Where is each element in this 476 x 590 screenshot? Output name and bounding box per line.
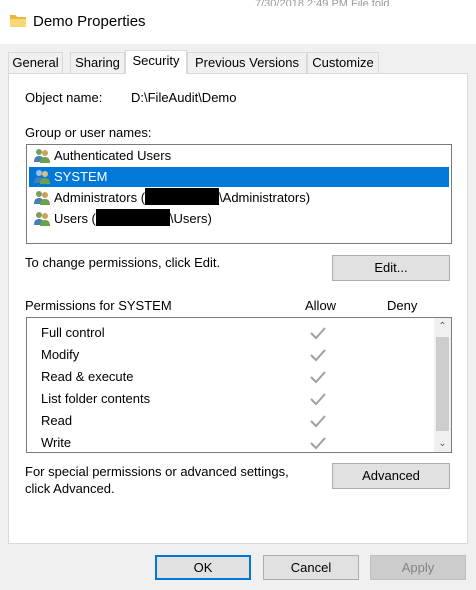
ok-button[interactable]: OK bbox=[155, 555, 251, 580]
change-permissions-text: To change permissions, click Edit. bbox=[25, 255, 221, 270]
redacted-block bbox=[95, 209, 170, 226]
object-name-value: D:\FileAudit\Demo bbox=[131, 90, 237, 105]
checkmark-icon bbox=[310, 415, 326, 428]
permission-name: Modify bbox=[41, 347, 80, 362]
permission-name: Read & execute bbox=[41, 369, 134, 384]
scroll-down-icon[interactable]: ⌄ bbox=[434, 435, 451, 452]
tab-general[interactable]: General bbox=[8, 52, 63, 73]
permissions-scrollbar[interactable]: ⌃ ⌄ bbox=[434, 318, 451, 452]
scroll-up-icon[interactable]: ⌃ bbox=[434, 318, 451, 335]
users-group-icon bbox=[34, 191, 50, 205]
user-list[interactable]: Authenticated Users SYSTEM Administrator… bbox=[26, 144, 452, 244]
tab-previous-versions[interactable]: Previous Versions bbox=[187, 52, 307, 73]
user-prefix: Administrators ( bbox=[54, 190, 146, 205]
special-permissions-text: For special permissions or advanced sett… bbox=[25, 463, 289, 497]
advanced-button[interactable]: Advanced bbox=[332, 463, 450, 489]
user-row-users[interactable]: Users ( \Users) bbox=[29, 209, 449, 229]
checkmark-icon bbox=[310, 371, 326, 384]
group-or-user-names-label: Group or user names: bbox=[25, 125, 152, 140]
tab-sharing[interactable]: Sharing bbox=[70, 52, 125, 73]
user-row-authenticated-users[interactable]: Authenticated Users bbox=[29, 146, 449, 166]
window-title: Demo Properties bbox=[33, 13, 146, 30]
user-name: SYSTEM bbox=[54, 169, 108, 184]
permission-name: Write bbox=[41, 435, 72, 450]
checkmark-icon bbox=[310, 393, 326, 406]
user-suffix: \Administrators) bbox=[219, 190, 311, 205]
special-text-line2: click Advanced. bbox=[25, 481, 115, 496]
user-name: Administrators ( \Administrators) bbox=[54, 188, 310, 208]
user-prefix: Users ( bbox=[54, 211, 96, 226]
folder-icon bbox=[10, 15, 26, 27]
redacted-block bbox=[145, 188, 220, 205]
permission-name: Read bbox=[41, 413, 73, 428]
users-group-icon bbox=[34, 170, 50, 184]
user-name: Authenticated Users bbox=[54, 148, 172, 163]
background-window-strip: 7/30/2018 2:49 PM File fold bbox=[255, 0, 390, 6]
users-group-icon bbox=[34, 149, 50, 163]
security-panel: Object name: D:\FileAudit\Demo Group or … bbox=[8, 73, 468, 544]
cancel-button[interactable]: Cancel bbox=[263, 555, 359, 580]
permission-row: Read bbox=[41, 410, 421, 432]
permission-row: Modify bbox=[41, 344, 421, 366]
scroll-thumb[interactable] bbox=[436, 337, 449, 431]
permission-name: List folder contents bbox=[41, 391, 151, 406]
permission-row: List folder contents bbox=[41, 388, 421, 410]
deny-header: Deny bbox=[387, 298, 418, 313]
allow-header: Allow bbox=[305, 298, 337, 313]
permission-row: Full control bbox=[41, 322, 421, 344]
title-bar: 7/30/2018 2:49 PM File fold Demo Propert… bbox=[0, 0, 476, 44]
permission-name: Full control bbox=[41, 325, 105, 340]
object-name-label: Object name: bbox=[25, 90, 103, 105]
user-row-administrators[interactable]: Administrators ( \Administrators) bbox=[29, 188, 449, 208]
apply-button[interactable]: Apply bbox=[370, 555, 466, 580]
tab-security[interactable]: Security bbox=[125, 50, 187, 74]
permissions-for-label: Permissions for SYSTEM bbox=[25, 298, 172, 313]
special-text-line1: For special permissions or advanced sett… bbox=[25, 464, 289, 479]
user-suffix: \Users) bbox=[169, 211, 212, 226]
edit-button[interactable]: Edit... bbox=[332, 255, 450, 281]
permission-row: Read & execute bbox=[41, 366, 421, 388]
checkmark-icon bbox=[310, 327, 326, 340]
checkmark-icon bbox=[310, 437, 326, 450]
tab-customize[interactable]: Customize bbox=[307, 52, 379, 73]
users-group-icon bbox=[34, 212, 50, 226]
user-name: Users ( \Users) bbox=[54, 209, 212, 229]
permissions-list: Full control Modify Read & execute List … bbox=[26, 317, 452, 453]
permission-row: Write bbox=[41, 432, 421, 454]
user-row-system[interactable]: SYSTEM bbox=[29, 167, 449, 187]
checkmark-icon bbox=[310, 349, 326, 362]
